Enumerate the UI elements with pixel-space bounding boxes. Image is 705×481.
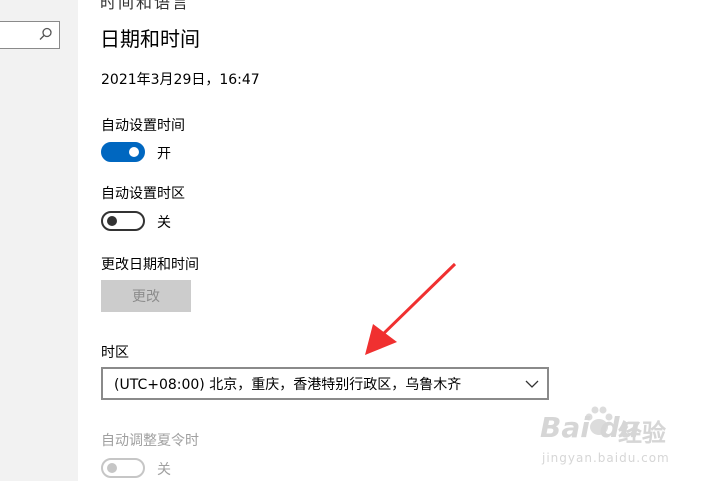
auto-time-toggle[interactable] <box>101 142 145 162</box>
search-icon <box>39 27 52 40</box>
change-button[interactable]: 更改 <box>101 280 191 312</box>
dst-label: 自动调整夏令时 <box>101 433 199 449</box>
dst-state: 关 <box>157 462 171 478</box>
timezone-select[interactable]: (UTC+08:00) 北京，重庆，香港特别行政区，乌鲁木齐 <box>101 367 549 400</box>
current-datetime: 2021年3月29日，16:47 <box>101 72 260 88</box>
watermark-url: jingyan.baidu.com <box>542 451 670 465</box>
auto-timezone-label: 自动设置时区 <box>101 186 185 202</box>
timezone-label: 时区 <box>101 345 129 361</box>
dst-toggle[interactable] <box>101 458 145 478</box>
auto-timezone-state: 关 <box>157 215 171 231</box>
change-datetime-label: 更改日期和时间 <box>101 257 199 273</box>
toggle-knob <box>107 216 117 226</box>
baidu-watermark: Bai du 经验 jingyan.baidu.com <box>540 405 700 475</box>
chevron-down-icon <box>525 380 539 388</box>
auto-timezone-toggle[interactable] <box>101 211 145 231</box>
red-arrow-annotation <box>365 262 457 355</box>
auto-time-label: 自动设置时间 <box>101 118 185 134</box>
page-title: 日期和时间 <box>100 27 200 51</box>
toggle-knob <box>129 147 139 157</box>
auto-time-state: 开 <box>157 146 171 162</box>
watermark-exp: 经验 <box>618 419 666 447</box>
section-header-cut: 时间和语言 <box>100 0 191 12</box>
toggle-knob <box>107 463 117 473</box>
timezone-value: (UTC+08:00) 北京，重庆，香港特别行政区，乌鲁木齐 <box>114 376 462 393</box>
search-input[interactable] <box>0 21 60 49</box>
sidebar <box>0 0 78 481</box>
